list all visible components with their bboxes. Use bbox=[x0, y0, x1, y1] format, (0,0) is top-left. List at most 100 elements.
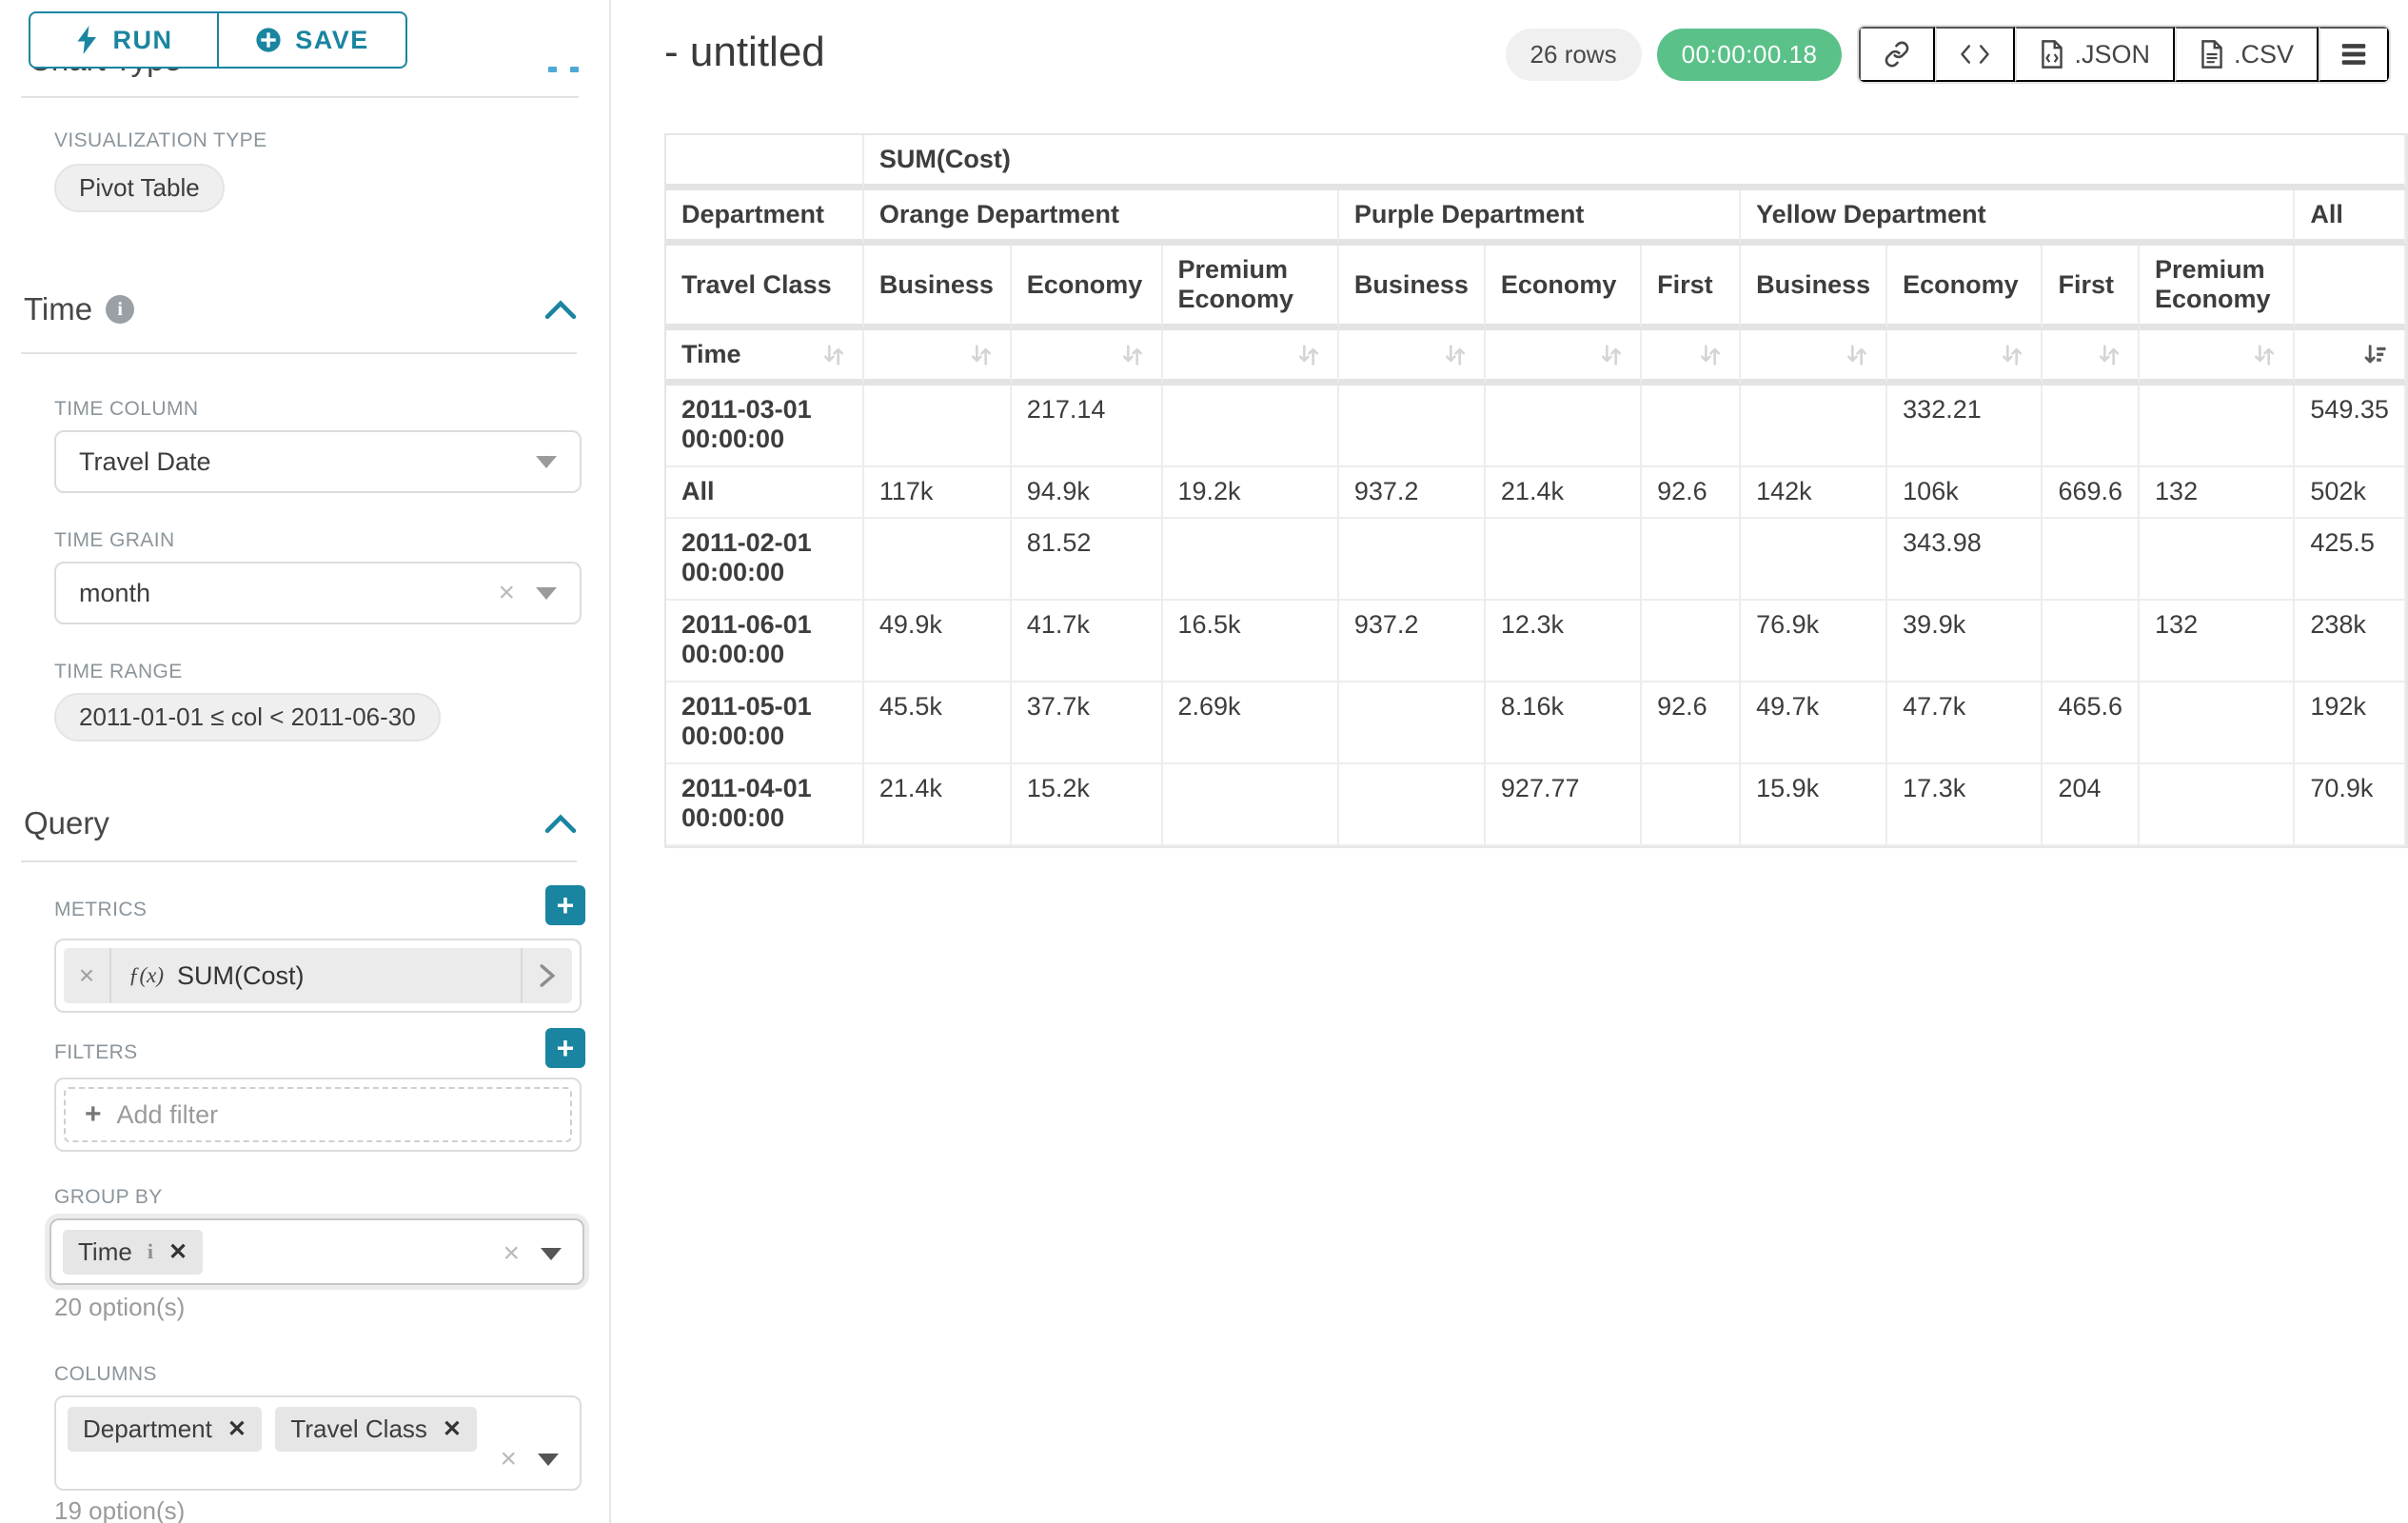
export-csv-button[interactable]: .CSV bbox=[2175, 27, 2319, 82]
clear-icon[interactable]: × bbox=[500, 1445, 517, 1474]
value-cell: 8.16k bbox=[1486, 682, 1642, 764]
metric-header-cell: SUM(Cost) bbox=[864, 135, 2406, 190]
column-sort-header[interactable] bbox=[1486, 330, 1642, 386]
time-column-select[interactable]: Travel Date bbox=[54, 430, 582, 493]
result-toolbar: 26 rows 00:00:00.18 .JSON .CSV bbox=[1506, 25, 2391, 84]
value-cell: 16.5k bbox=[1163, 601, 1339, 682]
time-grain-select[interactable]: month × bbox=[54, 562, 582, 624]
clear-icon[interactable]: × bbox=[503, 1239, 520, 1268]
caret-down-icon[interactable] bbox=[538, 1454, 559, 1466]
sort-icon[interactable] bbox=[968, 342, 995, 368]
value-cell: 549.35 bbox=[2295, 386, 2406, 467]
tag-label: Time bbox=[78, 1237, 132, 1267]
time-range-value: 2011-01-01 ≤ col < 2011-06-30 bbox=[79, 702, 416, 732]
columns-select[interactable]: Department ✕ Travel Class ✕ × bbox=[54, 1395, 582, 1491]
share-link-button[interactable] bbox=[1859, 27, 1935, 82]
travel-class-header: Business bbox=[864, 246, 1012, 330]
add-metric-button[interactable]: + bbox=[545, 885, 585, 925]
table-row: 2011-04-01 00:00:0021.4k15.2k927.7715.9k… bbox=[666, 764, 2406, 846]
value-cell: 19.2k bbox=[1163, 467, 1339, 519]
sort-icon[interactable] bbox=[820, 342, 847, 368]
caret-down-icon[interactable] bbox=[536, 587, 557, 600]
column-sort-header[interactable] bbox=[2043, 330, 2140, 386]
department-group-header: Orange Department bbox=[864, 190, 1339, 246]
add-filter-button[interactable]: + bbox=[545, 1028, 585, 1068]
section-divider bbox=[21, 860, 577, 862]
sort-icon[interactable] bbox=[1844, 342, 1870, 368]
chart-panel: - untitled 26 rows 00:00:00.18 .JSON .CS… bbox=[613, 0, 2408, 1523]
all-column-sort-header[interactable] bbox=[2295, 330, 2406, 386]
save-button[interactable]: SAVE bbox=[217, 11, 407, 69]
value-cell: 49.7k bbox=[1741, 682, 1887, 764]
remove-tag-icon[interactable]: ✕ bbox=[227, 1415, 247, 1443]
remove-tag-icon[interactable]: ✕ bbox=[168, 1238, 188, 1266]
sort-icon[interactable] bbox=[2251, 342, 2278, 368]
caret-down-icon[interactable] bbox=[541, 1248, 562, 1260]
column-sort-header[interactable] bbox=[1741, 330, 1887, 386]
clear-icon[interactable]: × bbox=[498, 579, 515, 607]
metric-pill[interactable]: × ƒ(x) SUM(Cost) bbox=[64, 948, 572, 1003]
value-cell: 425.5 bbox=[2295, 519, 2406, 601]
group-by-options-hint: 20 option(s) bbox=[54, 1293, 185, 1322]
column-sort-header[interactable] bbox=[864, 330, 1012, 386]
travel-class-header: First bbox=[1642, 246, 1741, 330]
columns-tag-department[interactable]: Department ✕ bbox=[68, 1407, 262, 1452]
pivot-table-container: SUM(Cost)DepartmentOrange DepartmentPurp… bbox=[664, 133, 2408, 848]
caret-down-icon[interactable] bbox=[536, 456, 557, 468]
sort-icon[interactable] bbox=[1999, 342, 2025, 368]
remove-tag-icon[interactable]: ✕ bbox=[443, 1415, 462, 1443]
columns-tag-travel-class[interactable]: Travel Class ✕ bbox=[275, 1407, 477, 1452]
table-row: 2011-03-01 00:00:00217.14332.21549.35 bbox=[666, 386, 2406, 467]
json-file-icon bbox=[2040, 40, 2064, 69]
value-cell: 132 bbox=[2140, 601, 2295, 682]
info-icon: i bbox=[106, 295, 134, 324]
columns-label: COLUMNS bbox=[54, 1363, 157, 1386]
travel-class-header: Premium Economy bbox=[2140, 246, 2295, 330]
value-cell bbox=[1486, 519, 1642, 601]
menu-icon bbox=[2339, 42, 2368, 67]
remove-metric-icon[interactable]: × bbox=[64, 948, 111, 1003]
tag-label: Travel Class bbox=[290, 1414, 427, 1444]
value-cell: 238k bbox=[2295, 601, 2406, 682]
chevron-up-icon[interactable] bbox=[544, 298, 577, 321]
query-section-header[interactable]: Query bbox=[24, 805, 577, 841]
column-sort-header[interactable] bbox=[1887, 330, 2043, 386]
value-cell bbox=[2140, 519, 2295, 601]
sort-icon[interactable] bbox=[1442, 342, 1469, 368]
column-sort-header[interactable] bbox=[1163, 330, 1339, 386]
chevron-right-icon[interactable] bbox=[521, 948, 572, 1003]
value-cell bbox=[1339, 764, 1486, 846]
query-section-title: Query bbox=[24, 805, 109, 841]
visualization-type-pill[interactable]: Pivot Table bbox=[54, 164, 225, 212]
chart-title[interactable]: - untitled bbox=[664, 29, 825, 76]
sort-icon[interactable] bbox=[1697, 342, 1724, 368]
column-sort-header[interactable] bbox=[2140, 330, 2295, 386]
column-sort-header[interactable] bbox=[1642, 330, 1741, 386]
time-section-header[interactable]: Time i bbox=[24, 291, 577, 327]
group-by-select[interactable]: Time i ✕ × bbox=[49, 1218, 584, 1285]
department-group-header: Yellow Department bbox=[1741, 190, 2295, 246]
run-button[interactable]: RUN bbox=[29, 11, 219, 69]
column-sort-header[interactable] bbox=[1012, 330, 1163, 386]
value-cell: 332.21 bbox=[1887, 386, 2043, 467]
value-cell: 41.7k bbox=[1012, 601, 1163, 682]
sort-descending-icon[interactable] bbox=[2362, 342, 2389, 368]
value-cell bbox=[1339, 682, 1486, 764]
sort-icon[interactable] bbox=[1295, 342, 1322, 368]
add-filter-placeholder: Add filter bbox=[117, 1100, 219, 1130]
columns-options-hint: 19 option(s) bbox=[54, 1496, 185, 1523]
time-range-pill[interactable]: 2011-01-01 ≤ col < 2011-06-30 bbox=[54, 693, 441, 742]
add-filter-dropzone[interactable]: + Add filter bbox=[64, 1087, 572, 1142]
sort-icon[interactable] bbox=[1598, 342, 1625, 368]
sort-icon[interactable] bbox=[2096, 342, 2122, 368]
more-menu-button[interactable] bbox=[2319, 27, 2389, 82]
time-sort-header[interactable]: Time bbox=[666, 330, 864, 386]
chevron-up-icon[interactable] bbox=[544, 812, 577, 835]
sort-icon[interactable] bbox=[1119, 342, 1146, 368]
value-cell: 217.14 bbox=[1012, 386, 1163, 467]
group-by-tag-time[interactable]: Time i ✕ bbox=[63, 1230, 203, 1275]
view-query-button[interactable] bbox=[1935, 27, 2015, 82]
column-sort-header[interactable] bbox=[1339, 330, 1486, 386]
export-json-button[interactable]: .JSON bbox=[2015, 27, 2175, 82]
table-row: 2011-06-01 00:00:0049.9k41.7k16.5k937.21… bbox=[666, 601, 2406, 682]
